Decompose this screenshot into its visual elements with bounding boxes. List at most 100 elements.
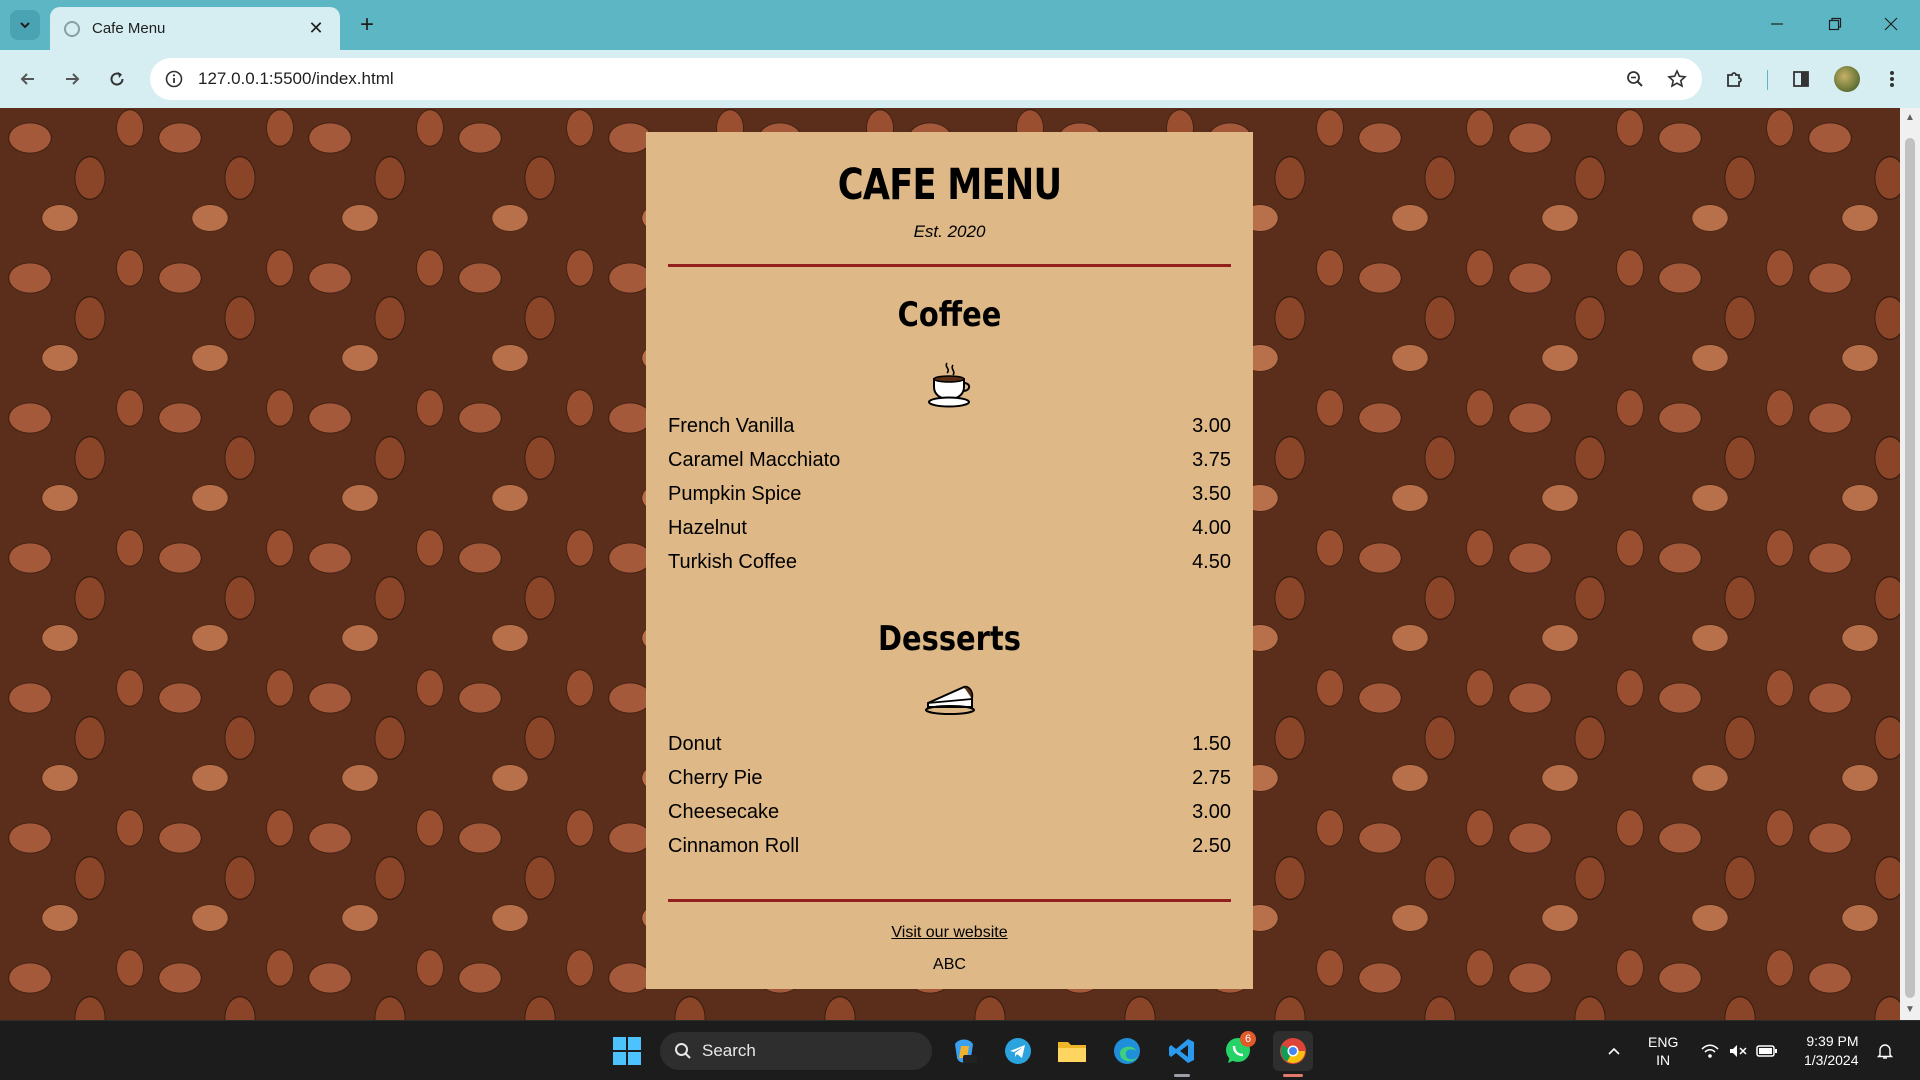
pie-slice-icon [668,681,1231,723]
item-price: 3.00 [1192,800,1231,823]
telegram-app[interactable] [998,1031,1038,1071]
browser-menu-button[interactable] [1875,62,1909,96]
dessert-item-list: Donut 1.50 Cherry Pie 2.75 Cheesecake 3.00 … [668,727,1231,863]
taskbar-search[interactable]: Search [660,1032,932,1070]
desserts-section-title: Desserts [878,619,1021,659]
url-text: 127.0.0.1:5500/index.html [198,69,394,88]
notifications-button[interactable] [1876,1021,1894,1080]
tab-search-button[interactable] [10,10,40,40]
edge-app[interactable] [1107,1031,1147,1071]
item-price: 2.75 [1192,766,1231,789]
site-info-button[interactable] [160,65,188,93]
chevron-down-icon [20,22,30,29]
vertical-scrollbar[interactable]: ▲ ▼ [1900,108,1920,1020]
restore-button[interactable] [1806,0,1864,48]
reload-button[interactable] [101,63,133,95]
profile-button[interactable] [1830,62,1864,96]
forward-button[interactable] [56,63,88,95]
item-name: Cinnamon Roll [668,834,800,857]
file-explorer-app[interactable] [1052,1031,1092,1071]
menu-card: CAFE MENU Est. 2020 Coffee French Vanill… [646,132,1253,989]
item-name: Donut [668,732,722,755]
zoom-out-icon [1627,71,1643,87]
taskbar: Search 6 ENG IN 9:39 PM 1/3/2024 [0,1020,1920,1080]
menu-title: CAFE MENU [837,160,1062,210]
side-panel-icon [1793,71,1809,87]
item-price: 3.75 [1192,448,1231,471]
edge-icon [1114,1038,1140,1064]
bookmark-button[interactable] [1660,62,1694,96]
close-icon[interactable]: ✕ [306,18,326,39]
vscode-app[interactable] [1162,1031,1202,1077]
whatsapp-app[interactable]: 6 [1218,1031,1258,1071]
chrome-icon [1280,1038,1306,1064]
scroll-up-icon[interactable]: ▲ [1904,112,1916,124]
arrow-left-icon [20,73,34,85]
zoom-button[interactable] [1618,62,1652,96]
new-tab-button[interactable]: + [352,10,382,40]
vscode-icon [1169,1039,1194,1063]
item-price: 3.00 [1192,414,1231,437]
menu-item: Cherry Pie 2.75 [668,761,1231,795]
bell-icon [1876,1044,1894,1059]
minimize-button[interactable] [1748,0,1806,48]
established-text: Est. 2020 [913,222,986,241]
browser-tab-bar: Cafe Menu ✕ + [0,0,1920,50]
start-button[interactable] [607,1031,647,1071]
notification-badge: 6 [1240,1031,1256,1047]
address-bar[interactable]: 127.0.0.1:5500/index.html [150,58,1702,100]
menu-item: Pumpkin Spice 3.50 [668,477,1231,511]
browser-tab[interactable]: Cafe Menu ✕ [50,7,340,50]
chrome-app[interactable] [1273,1031,1313,1077]
minimize-icon [1771,23,1783,25]
info-icon [165,70,183,88]
clock-date: 1/3/2024 [1804,1052,1859,1068]
globe-icon [64,20,80,37]
item-price: 2.50 [1192,834,1231,857]
coffee-cup-icon [668,359,1231,408]
language-code: ENG [1648,1034,1679,1050]
menu-item: Cinnamon Roll 2.50 [668,829,1231,863]
scroll-down-icon[interactable]: ▼ [1904,1004,1916,1016]
search-icon [675,1043,691,1059]
browser-toolbar: 127.0.0.1:5500/index.html [0,50,1920,108]
chevron-up-icon [1608,1047,1620,1055]
scroll-thumb[interactable] [1905,138,1915,998]
more-vertical-icon [1890,71,1894,87]
item-name: Pumpkin Spice [668,482,802,505]
copilot-app[interactable] [944,1031,984,1071]
puzzle-icon [1727,72,1742,87]
side-panel-button[interactable] [1784,62,1818,96]
coffee-section-title: Coffee [897,295,1002,335]
quick-settings-button[interactable] [1700,1021,1778,1080]
show-hidden-icons-button[interactable] [1606,1021,1622,1080]
menu-item: Cheesecake 3.00 [668,795,1231,829]
item-name: Hazelnut [668,516,747,539]
item-name: Caramel Macchiato [668,448,841,471]
toolbar-separator [1767,70,1768,90]
item-name: Cheesecake [668,800,780,823]
back-button[interactable] [12,63,44,95]
website-link[interactable]: Visit our website [891,924,1007,942]
windows-logo-icon [613,1037,641,1065]
arrow-right-icon [66,73,80,85]
close-window-button[interactable] [1862,0,1920,48]
star-icon [1667,69,1687,88]
clock-time: 9:39 PM [1806,1033,1859,1049]
copilot-icon [955,1039,977,1063]
clock-button[interactable]: 9:39 PM 1/3/2024 [1804,1021,1859,1080]
region-code: IN [1656,1052,1671,1068]
tab-title: Cafe Menu [92,20,166,37]
page-viewport: CAFE MENU Est. 2020 Coffee French Vanill… [0,108,1900,1020]
divider [668,899,1231,902]
extensions-button[interactable] [1718,62,1752,96]
menu-item: Turkish Coffee 4.50 [668,545,1231,579]
item-price: 1.50 [1192,732,1231,755]
search-label: Search [702,1041,756,1060]
item-price: 4.50 [1192,550,1231,573]
coffee-item-list: French Vanilla 3.00 Caramel Macchiato 3.75… [668,409,1231,579]
avatar [1834,66,1860,92]
item-name: French Vanilla [668,414,795,437]
language-indicator[interactable]: ENG IN [1648,1021,1678,1080]
active-indicator [1283,1074,1303,1077]
